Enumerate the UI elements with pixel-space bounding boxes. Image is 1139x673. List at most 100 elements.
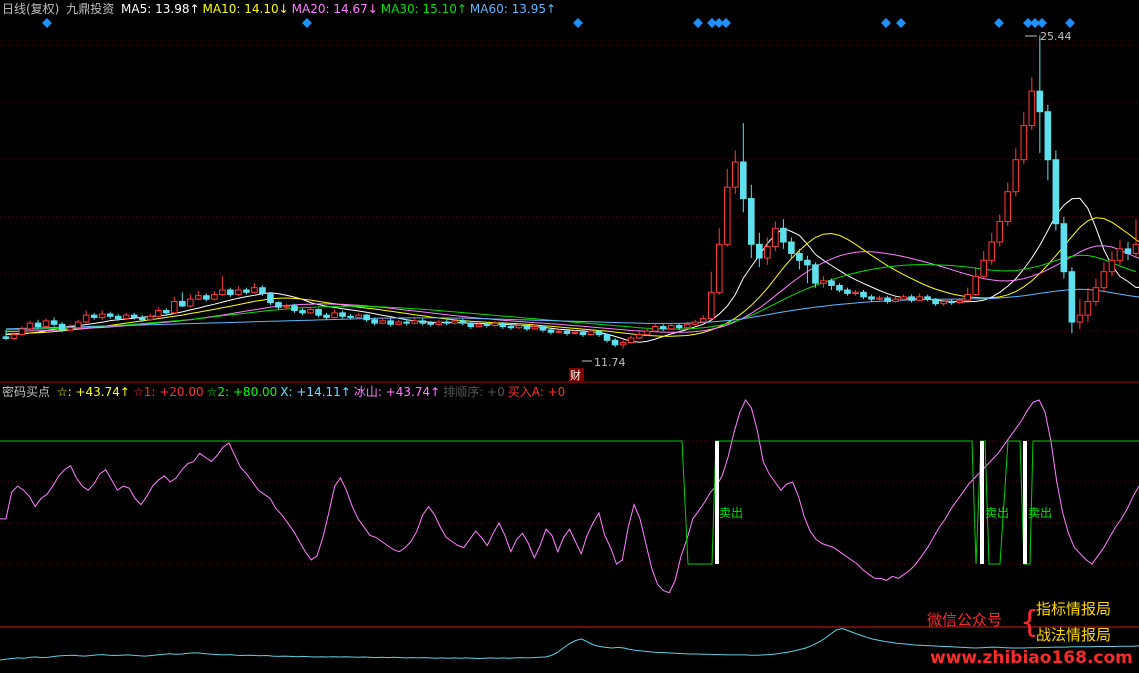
candle-body[interactable] xyxy=(579,331,587,336)
candle-body[interactable] xyxy=(459,320,467,324)
candle-body[interactable] xyxy=(723,186,731,245)
candle-body[interactable] xyxy=(916,296,923,301)
candle-body[interactable] xyxy=(796,252,803,261)
candle-body[interactable] xyxy=(2,336,10,339)
candle-body[interactable] xyxy=(58,323,66,331)
candle-body[interactable] xyxy=(1020,124,1028,161)
candle-body[interactable] xyxy=(114,315,122,320)
candle-body[interactable] xyxy=(227,289,234,296)
candle-body[interactable] xyxy=(924,296,931,300)
candle-body[interactable] xyxy=(1060,223,1068,273)
candle-body[interactable] xyxy=(50,320,58,325)
candle-body[interactable] xyxy=(379,320,386,324)
candle-body[interactable] xyxy=(780,227,787,243)
candle-body[interactable] xyxy=(828,280,835,286)
candle-body[interactable] xyxy=(146,315,154,321)
candle-body[interactable] xyxy=(547,329,555,333)
candle-body[interactable] xyxy=(812,264,819,284)
candle-body[interactable] xyxy=(1116,248,1124,261)
candle-body[interactable] xyxy=(707,291,715,320)
candle-body[interactable] xyxy=(571,331,579,334)
candle-body[interactable] xyxy=(595,330,603,336)
candle-body[interactable] xyxy=(1036,90,1044,113)
candle-body[interactable] xyxy=(491,322,499,326)
candle-body[interactable] xyxy=(659,326,667,330)
candle-body[interactable] xyxy=(683,323,691,329)
candle-body[interactable] xyxy=(411,320,419,324)
candle-body[interactable] xyxy=(740,161,747,200)
candle-body[interactable] xyxy=(403,321,411,324)
candle-body[interactable] xyxy=(235,289,242,296)
candle-body[interactable] xyxy=(667,324,675,330)
candle-body[interactable] xyxy=(90,314,98,318)
candle-body[interactable] xyxy=(427,322,435,325)
candle-body[interactable] xyxy=(1124,248,1132,254)
candle-body[interactable] xyxy=(323,314,330,318)
candle-body[interactable] xyxy=(98,313,106,318)
candle-body[interactable] xyxy=(627,337,635,344)
candle-body[interactable] xyxy=(451,320,459,324)
candle-body[interactable] xyxy=(299,310,306,314)
candle-body[interactable] xyxy=(419,320,427,324)
candle-body[interactable] xyxy=(66,327,74,331)
candle-body[interactable] xyxy=(980,259,988,277)
candle-body[interactable] xyxy=(748,198,755,245)
candle-body[interactable] xyxy=(651,326,659,332)
candle-body[interactable] xyxy=(138,316,146,321)
candle-body[interactable] xyxy=(203,295,210,300)
candle-body[interactable] xyxy=(619,342,627,346)
candle-body[interactable] xyxy=(603,334,611,341)
candle-body[interactable] xyxy=(195,295,202,300)
candle-body[interactable] xyxy=(539,326,547,331)
candle-body[interactable] xyxy=(275,302,282,308)
candle-body[interactable] xyxy=(130,314,138,318)
candle-body[interactable] xyxy=(347,315,354,318)
candle-body[interactable] xyxy=(1004,191,1012,222)
candle-body[interactable] xyxy=(1108,259,1116,273)
candle-body[interactable] xyxy=(475,323,483,328)
candle-body[interactable] xyxy=(563,330,571,334)
candle-body[interactable] xyxy=(756,243,763,259)
candle-body[interactable] xyxy=(187,298,194,307)
candle-body[interactable] xyxy=(699,318,707,323)
candle-body[interactable] xyxy=(611,339,619,346)
candle-body[interactable] xyxy=(1100,271,1108,289)
candle-body[interactable] xyxy=(1012,159,1020,193)
candle-body[interactable] xyxy=(34,322,42,328)
candle-body[interactable] xyxy=(483,323,491,326)
candle-body[interactable] xyxy=(643,330,651,336)
candle-body[interactable] xyxy=(948,300,955,304)
candle-body[interactable] xyxy=(82,314,90,323)
candle-body[interactable] xyxy=(363,314,370,321)
candle-body[interactable] xyxy=(715,243,723,293)
stock-chart[interactable]: 25.44 11.74 财 卖出 卖出 卖出 xyxy=(0,0,1139,673)
candle-body[interactable] xyxy=(162,310,170,314)
candle-body[interactable] xyxy=(675,324,683,329)
candle-body[interactable] xyxy=(587,330,595,336)
candle-body[interactable] xyxy=(836,284,843,291)
candle-body[interactable] xyxy=(331,312,338,318)
candle-body[interactable] xyxy=(956,299,963,304)
candle-body[interactable] xyxy=(1092,287,1100,302)
candle-body[interactable] xyxy=(1132,243,1139,254)
candle-body[interactable] xyxy=(283,305,290,308)
candle-body[interactable] xyxy=(467,322,475,328)
candle-body[interactable] xyxy=(1044,111,1052,161)
candle-body[interactable] xyxy=(515,324,523,329)
candle-body[interactable] xyxy=(876,297,883,300)
candle-body[interactable] xyxy=(908,296,915,301)
candle-body[interactable] xyxy=(106,313,114,317)
candle-body[interactable] xyxy=(251,287,258,293)
candle-body[interactable] xyxy=(1084,300,1092,316)
candle-body[interactable] xyxy=(1028,90,1036,126)
candle-body[interactable] xyxy=(1076,314,1084,323)
candle-body[interactable] xyxy=(339,312,346,317)
candle-body[interactable] xyxy=(10,334,18,339)
candle-body[interactable] xyxy=(964,294,972,301)
candle-body[interactable] xyxy=(531,326,539,330)
candle-body[interactable] xyxy=(18,328,26,336)
candle-body[interactable] xyxy=(900,296,907,300)
candle-body[interactable] xyxy=(371,319,378,324)
candle-body[interactable] xyxy=(219,289,226,296)
candle-body[interactable] xyxy=(932,298,939,305)
